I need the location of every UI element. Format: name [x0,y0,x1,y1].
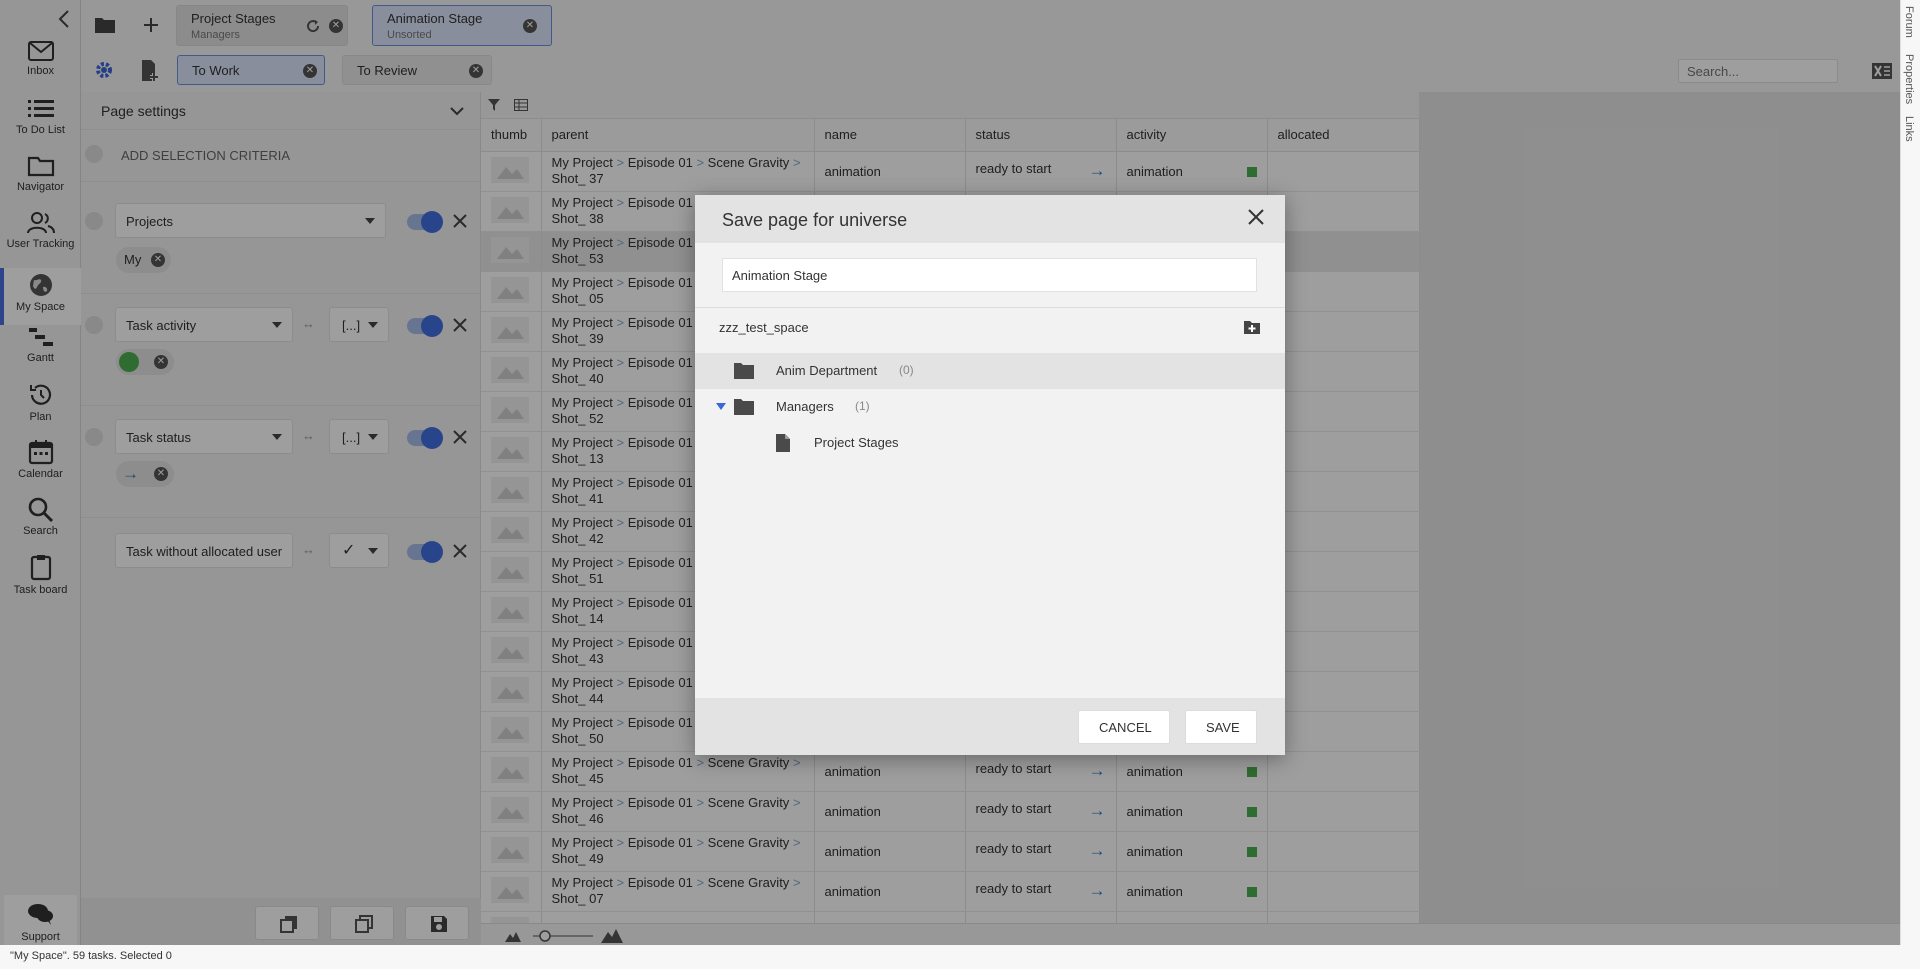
dialog-header: Save page for universe [695,195,1285,243]
status-bar: "My Space". 59 tasks. Selected 0 [0,945,1920,969]
page-name-input[interactable] [722,258,1257,292]
dialog-title: Save page for universe [722,210,908,230]
tree-label: Anim Department [776,363,878,378]
cancel-button[interactable]: CANCEL [1078,710,1170,744]
caret-down-icon[interactable] [716,403,726,411]
tree-label: Project Stages [814,435,899,450]
side-tab-forum[interactable]: Forum [1903,6,1915,38]
tree-folder-managers[interactable]: Managers (1) [695,389,1285,425]
save-page-dialog: Save page for universe zzz_test_space An… [695,195,1285,755]
tree-count: (1) [855,399,870,413]
side-tab-links[interactable]: Links [1903,116,1915,142]
new-folder-icon[interactable] [1243,320,1261,335]
space-row[interactable]: zzz_test_space [695,308,1285,348]
folder-icon [734,363,754,379]
right-side-tabs: Forum Properties Links [1900,0,1920,945]
file-icon [776,434,790,452]
tree-count: (0) [899,363,914,377]
close-icon[interactable] [1247,208,1265,226]
save-button[interactable]: SAVE [1185,710,1257,744]
modal-backdrop-left [0,0,81,945]
tree-page-project-stages[interactable]: Project Stages [695,425,1285,461]
tree-folder-anim-department[interactable]: Anim Department (0) [695,353,1285,389]
dialog-footer: CANCEL SAVE [695,698,1285,755]
side-tab-properties[interactable]: Properties [1903,54,1915,104]
space-name: zzz_test_space [719,320,809,335]
tree-label: Managers [776,399,834,414]
status-text: "My Space". 59 tasks. Selected 0 [10,950,172,962]
folder-icon [734,399,754,415]
